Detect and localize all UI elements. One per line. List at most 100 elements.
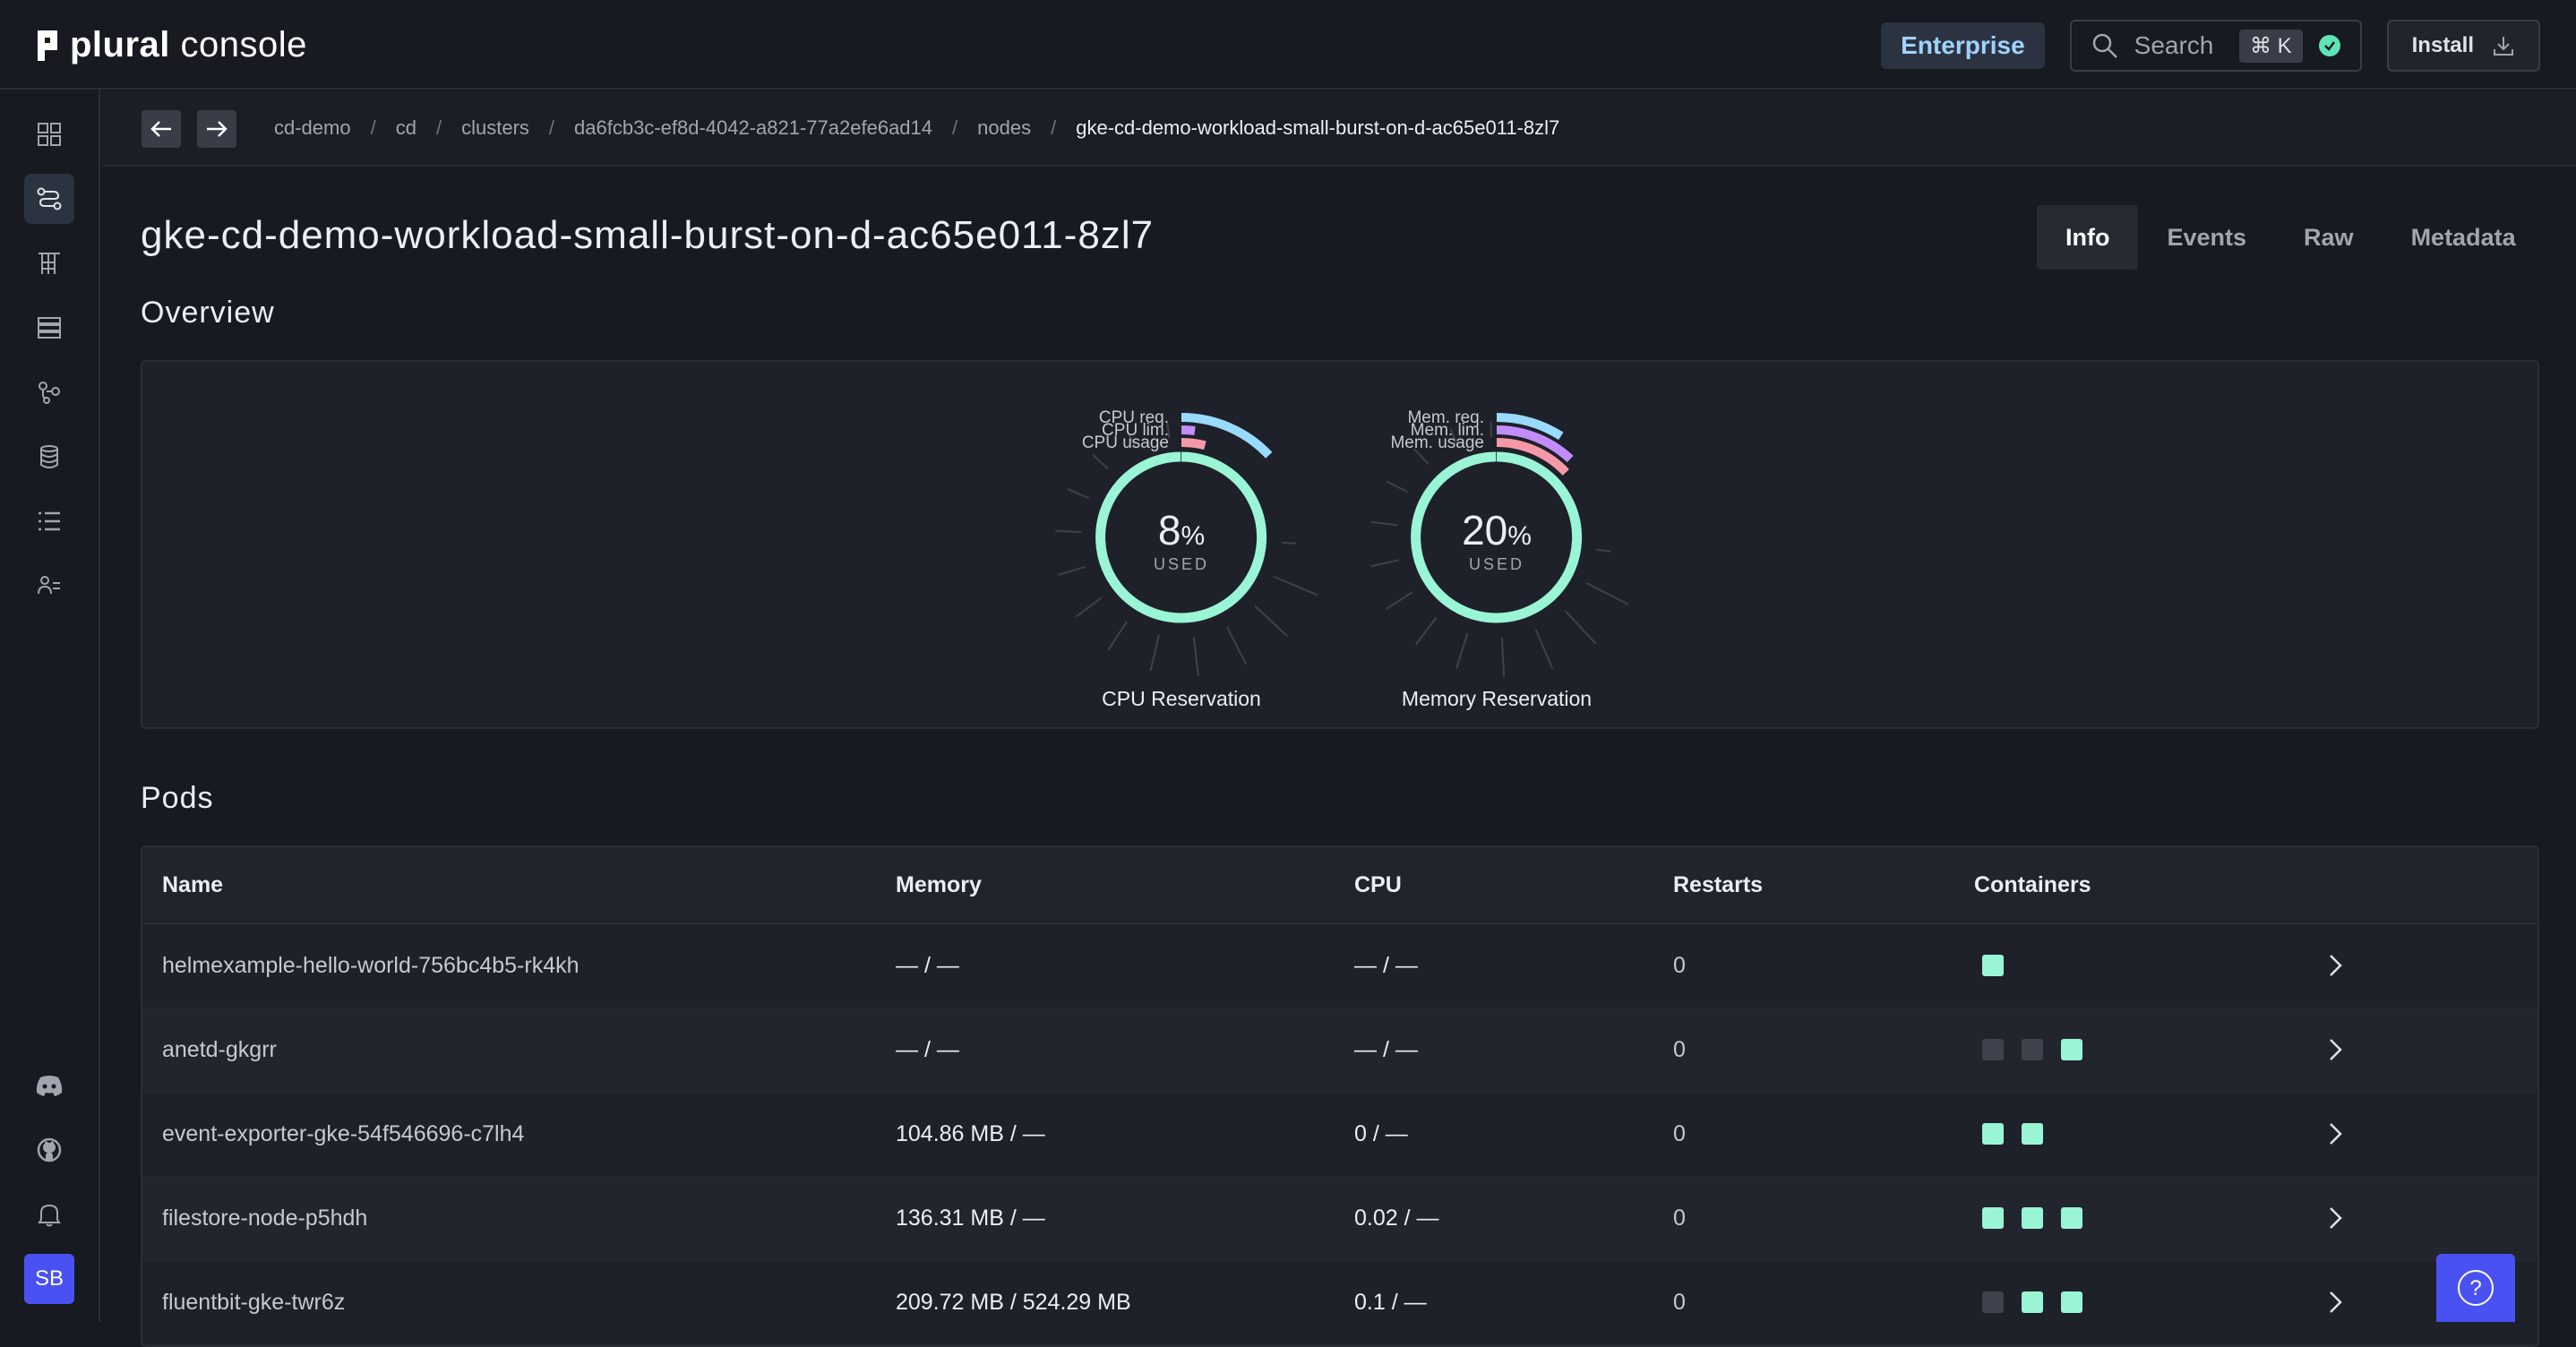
- tab-raw[interactable]: Raw: [2275, 205, 2383, 270]
- chevron-right-icon[interactable]: [2321, 1204, 2349, 1232]
- chevron-right-icon[interactable]: [2321, 1288, 2349, 1317]
- notifications-button[interactable]: [24, 1189, 74, 1240]
- gauge-ring-limit: [1181, 425, 1196, 435]
- container-status-ready[interactable]: [1982, 955, 2004, 976]
- chevron-right-icon[interactable]: [2321, 951, 2349, 980]
- sidebar-item-servers[interactable]: [24, 303, 74, 353]
- install-button[interactable]: Install: [2386, 20, 2540, 72]
- breadcrumb-current: gke-cd-demo-workload-small-burst-on-d-ac…: [1076, 116, 1560, 139]
- container-status-ready[interactable]: [2061, 1039, 2082, 1060]
- sidebar-item-stacks[interactable]: [24, 238, 74, 288]
- arrow-right-icon: [207, 121, 228, 137]
- gauge-spoke: [1414, 616, 1438, 646]
- gauge-spoke: [1075, 596, 1103, 618]
- discord-link[interactable]: [24, 1060, 74, 1111]
- breadcrumb-separator: /: [548, 116, 555, 139]
- container-status-idle[interactable]: [1982, 1039, 2004, 1060]
- gauge-spoke: [1192, 637, 1200, 676]
- avatar[interactable]: SB: [24, 1254, 74, 1304]
- container-status-ready[interactable]: [2022, 1291, 2043, 1313]
- column-header-memory[interactable]: Memory: [896, 872, 982, 898]
- containers-cell: [1982, 1123, 2043, 1145]
- breadcrumb-item[interactable]: da6fcb3c-ef8d-4042-a821-77a2efe6ad14: [574, 116, 932, 140]
- container-status-idle[interactable]: [2022, 1039, 2043, 1060]
- tab-metadata[interactable]: Metadata: [2383, 205, 2545, 270]
- gauge-value: 20%: [1462, 507, 1532, 553]
- github-link[interactable]: [24, 1125, 74, 1175]
- breadcrumb-item[interactable]: clusters: [461, 116, 529, 140]
- pod-name-cell: fluentbit-gke-twr6z: [162, 1290, 346, 1315]
- gauge-spoke: [1273, 575, 1318, 596]
- sidebar-item-list[interactable]: [24, 496, 74, 546]
- tab-events[interactable]: Events: [2138, 205, 2275, 270]
- pod-memory-cell: — / —: [896, 953, 959, 978]
- gauge-spoke: [1254, 605, 1289, 638]
- stack-icon: [39, 253, 60, 274]
- breadcrumb-item[interactable]: nodes: [977, 116, 1031, 140]
- grid-icon: [38, 123, 61, 146]
- table-row[interactable]: event-exporter-gke-54f546696-c7lh4 104.86…: [142, 1093, 2537, 1177]
- pod-memory-cell: 136.31 MB / —: [896, 1205, 1045, 1231]
- breadcrumb-item[interactable]: cd: [396, 116, 416, 140]
- help-icon: ?: [2458, 1270, 2494, 1306]
- continuous-deployment-icon: [37, 187, 62, 210]
- breadcrumb-item[interactable]: cd-demo: [274, 116, 351, 140]
- container-status-idle[interactable]: [1982, 1291, 2004, 1313]
- back-button[interactable]: [142, 110, 181, 148]
- container-status-ready[interactable]: [2061, 1291, 2082, 1313]
- arrow-left-icon: [150, 121, 171, 137]
- sidebar-item-cd[interactable]: [24, 174, 74, 224]
- gauge-spoke: [1225, 626, 1248, 665]
- plural-logo-icon: [38, 30, 57, 61]
- people-icon: [38, 576, 60, 595]
- help-button[interactable]: ?: [2436, 1254, 2515, 1322]
- container-status-ready[interactable]: [1982, 1123, 2004, 1145]
- gauge-ring-usage: [1181, 437, 1206, 450]
- logo-text: plural console: [70, 25, 307, 64]
- pod-cpu-cell: 0.1 / —: [1354, 1290, 1427, 1315]
- container-status-ready[interactable]: [1982, 1207, 2004, 1229]
- gauge-ring-label: CPU usage: [1082, 433, 1169, 452]
- svg-text:?: ?: [2469, 1276, 2481, 1300]
- pod-restarts-cell: 0: [1673, 1205, 1686, 1231]
- pod-name-cell: anetd-gkgrr: [162, 1037, 277, 1062]
- gauge-spoke: [1386, 480, 1408, 493]
- column-header-cpu[interactable]: CPU: [1354, 872, 1402, 898]
- container-status-ready[interactable]: [2022, 1207, 2043, 1229]
- tab-info[interactable]: Info: [2037, 205, 2139, 270]
- table-row[interactable]: fluentbit-gke-twr6z 209.72 MB / 524.29 MB…: [142, 1261, 2537, 1345]
- logo[interactable]: plural console: [34, 25, 307, 65]
- column-header-restarts[interactable]: Restarts: [1673, 872, 1763, 898]
- memory-reservation-gauge: Mem. req.Mem. lim.Mem. usage20%USEDMemor…: [1370, 408, 1629, 710]
- chevron-right-icon[interactable]: [2321, 1035, 2349, 1064]
- pod-restarts-cell: 0: [1673, 1037, 1686, 1062]
- chevron-right-icon[interactable]: [2321, 1120, 2349, 1148]
- sidebar-item-home[interactable]: [24, 109, 74, 159]
- sidebar-item-people[interactable]: [24, 561, 74, 611]
- containers-cell: [1982, 1291, 2082, 1313]
- column-header-name[interactable]: Name: [162, 872, 223, 898]
- enterprise-badge[interactable]: Enterprise: [1881, 22, 2045, 69]
- container-status-ready[interactable]: [2022, 1123, 2043, 1145]
- gauge-spoke: [1149, 634, 1160, 672]
- gauge-spoke: [1281, 541, 1296, 545]
- discord-icon: [36, 1076, 63, 1096]
- sidebar-item-database[interactable]: [24, 432, 74, 482]
- table-row[interactable]: helmexample-hello-world-756bc4b5-rk4kh — …: [142, 924, 2537, 1008]
- containers-cell: [1982, 1207, 2082, 1229]
- forward-button[interactable]: [197, 110, 236, 148]
- pod-cpu-cell: 0.02 / —: [1354, 1205, 1439, 1231]
- bell-icon: [38, 1204, 61, 1227]
- sidebar-item-pipelines[interactable]: [24, 367, 74, 417]
- gauge-spoke: [1107, 621, 1128, 651]
- gauge-ring-request: [1181, 413, 1273, 459]
- search-button[interactable]: Search ⌘ K: [2069, 20, 2362, 72]
- containers-cell: [1982, 1039, 2082, 1060]
- gauge-spoke: [1455, 632, 1469, 669]
- container-status-ready[interactable]: [2061, 1207, 2082, 1229]
- table-row[interactable]: filestore-node-p5hdh 136.31 MB / — 0.02 / …: [142, 1177, 2537, 1261]
- database-icon: [40, 445, 58, 468]
- table-row[interactable]: anetd-gkgrr — / — — / — 0: [142, 1008, 2537, 1093]
- gauge-spoke: [1386, 591, 1413, 610]
- gauge-spoke: [1596, 548, 1611, 553]
